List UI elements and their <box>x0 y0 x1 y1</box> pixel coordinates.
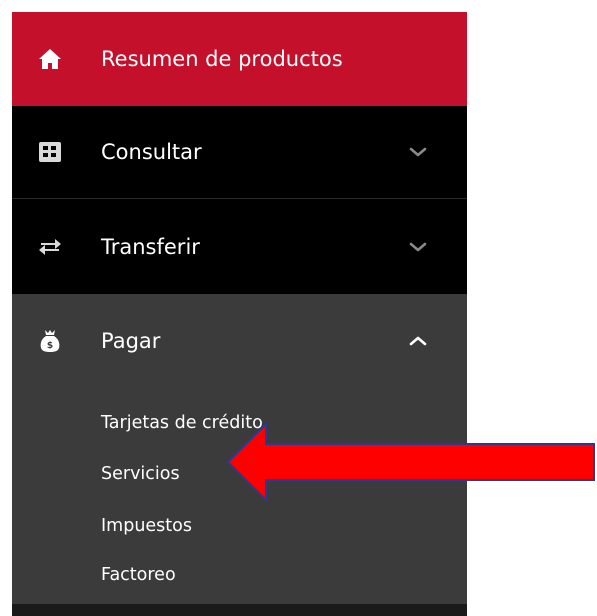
transfer-arrows-icon <box>38 235 62 259</box>
sidebar-menu: Resumen de productos Consultar Transferi… <box>12 12 467 616</box>
red-arrow-annotation <box>226 422 595 502</box>
submenu-item-factoreo[interactable]: Factoreo <box>101 565 176 585</box>
money-bag-icon: $ <box>38 329 62 353</box>
menu-item-consultar[interactable]: Consultar <box>12 106 467 199</box>
chevron-down-icon[interactable] <box>409 241 427 253</box>
svg-text:$: $ <box>47 341 53 351</box>
menu-item-label: Consultar <box>101 140 202 164</box>
menu-item-pagar[interactable]: $ Pagar <box>12 294 467 387</box>
chevron-down-icon[interactable] <box>409 146 427 158</box>
chevron-up-icon[interactable] <box>409 335 427 347</box>
menu-item-transferir[interactable]: Transferir <box>12 200 467 293</box>
menu-item-label: Pagar <box>101 328 161 353</box>
grid-icon <box>38 140 62 164</box>
menu-item-resumen-productos[interactable]: Resumen de productos <box>12 12 467 106</box>
menu-item-label: Transferir <box>101 234 200 259</box>
home-icon <box>38 47 62 71</box>
menu-bottom-edge <box>12 604 467 616</box>
submenu-item-servicios[interactable]: Servicios <box>101 464 180 484</box>
menu-item-label: Resumen de productos <box>101 47 343 71</box>
submenu-item-impuestos[interactable]: Impuestos <box>101 516 192 536</box>
